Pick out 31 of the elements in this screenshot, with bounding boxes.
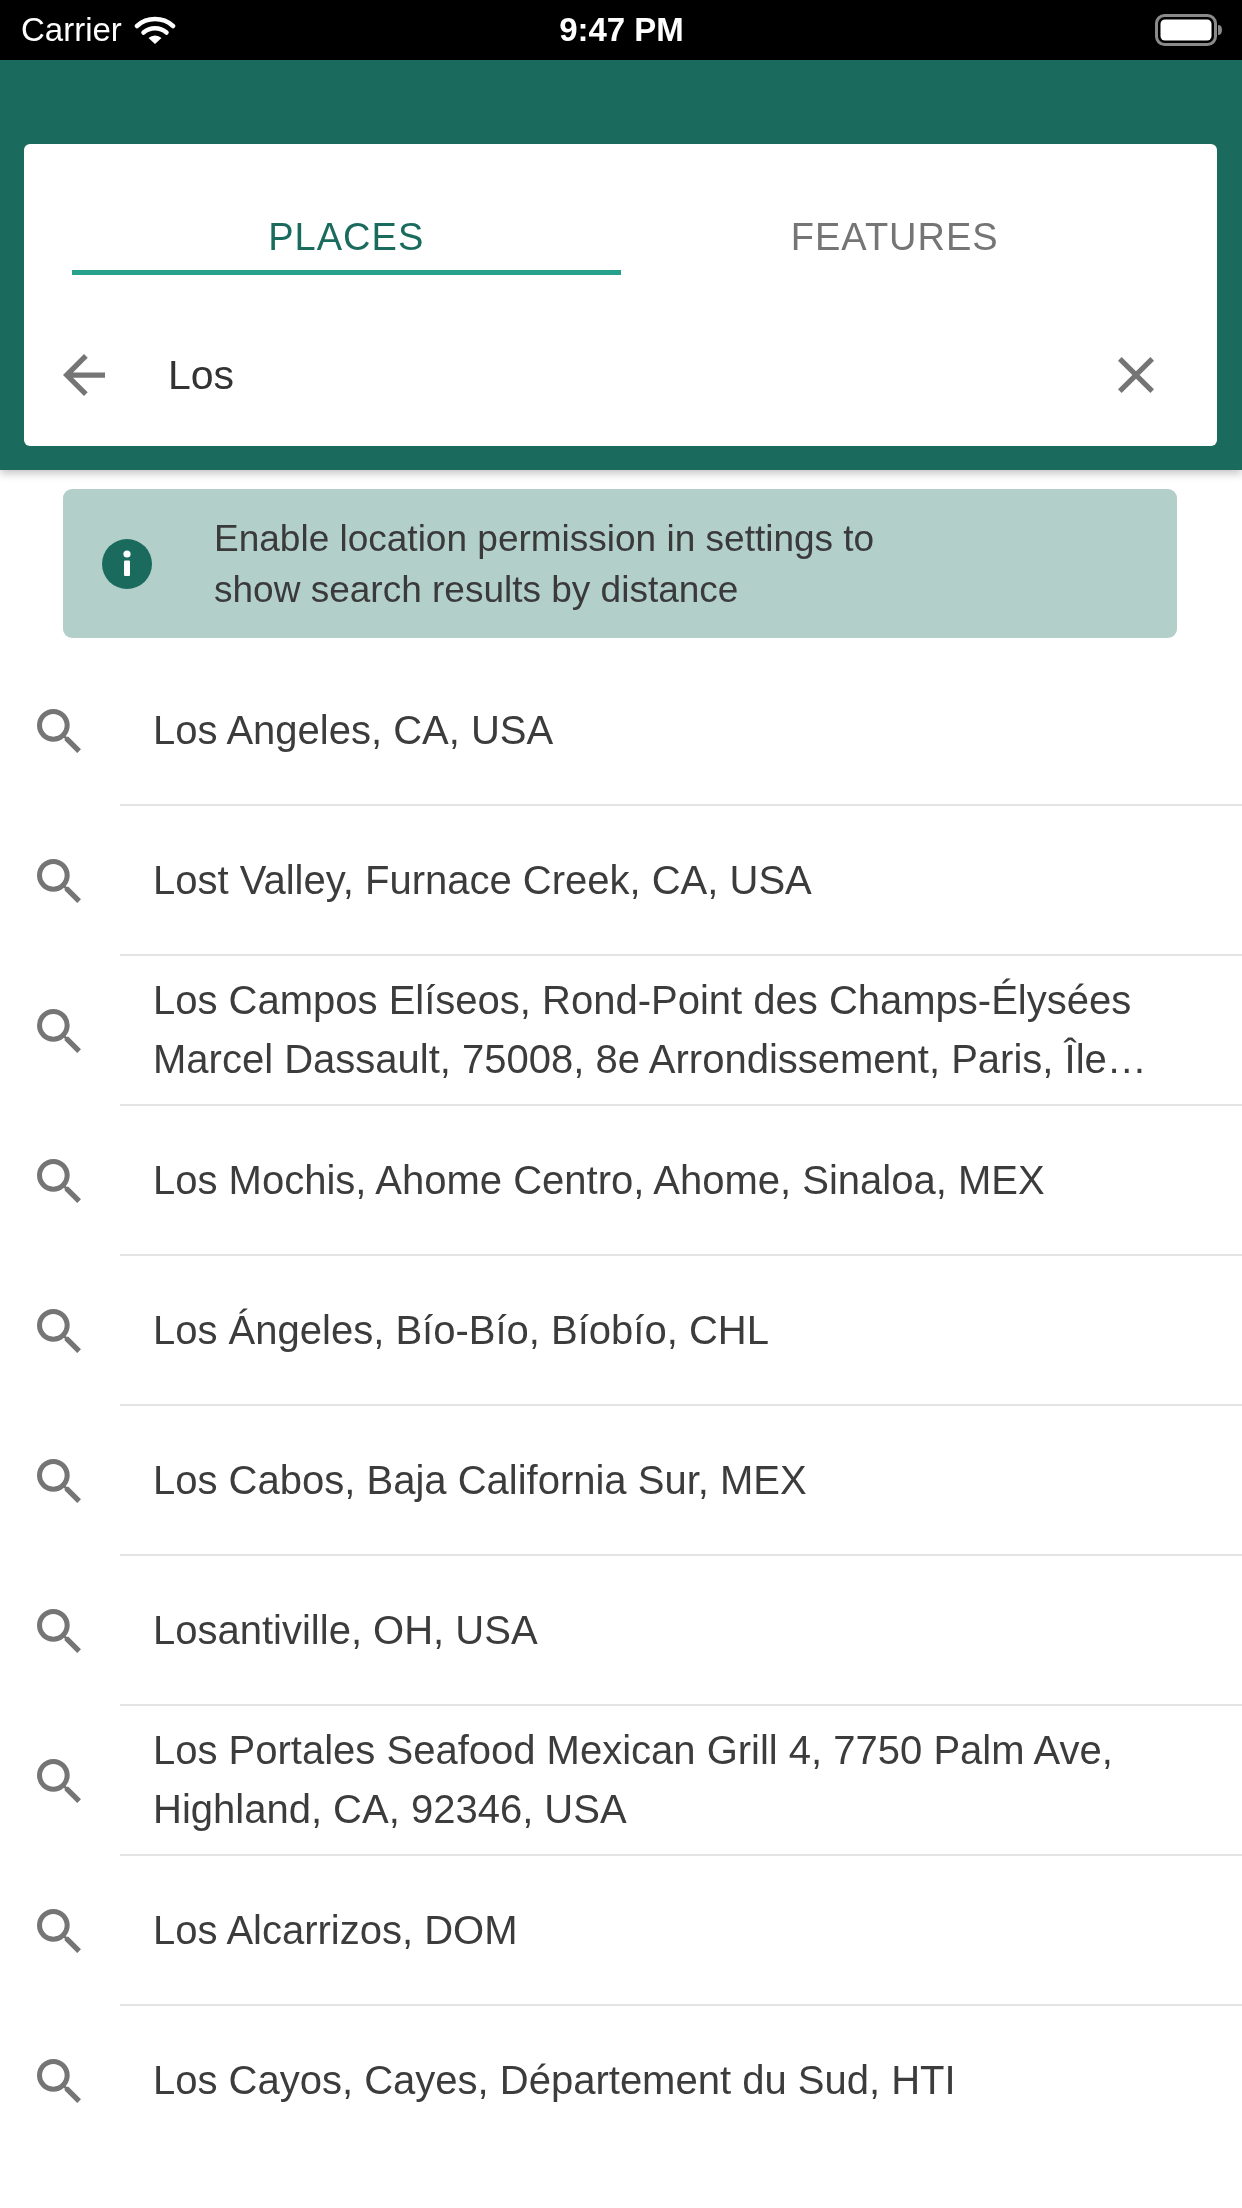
search-result-item[interactable]: Los Cayos, Cayes, Département du Sud, HTI bbox=[0, 2006, 1242, 2156]
search-icon bbox=[37, 1609, 81, 1653]
search-icon bbox=[37, 1909, 81, 1953]
back-arrow-icon bbox=[63, 354, 105, 396]
search-result-item[interactable]: Los Mochis, Ahome Centro, Ahome, Sinaloa, MEX bbox=[0, 1106, 1242, 1256]
search-result-item[interactable]: Lost Valley, Furnace Creek, CA, USA bbox=[0, 806, 1242, 956]
search-icon bbox=[37, 859, 81, 903]
wifi-icon bbox=[133, 15, 176, 45]
search-icon bbox=[37, 1759, 81, 1803]
notice-text: Enable location permission in settings to show search results by distance bbox=[214, 516, 876, 612]
search-icon bbox=[37, 1009, 81, 1053]
clock-time: 9:47 PM bbox=[559, 10, 684, 50]
search-result-item[interactable]: Losantiville, OH, USA bbox=[0, 1556, 1242, 1706]
search-icon bbox=[37, 709, 81, 753]
carrier-label: Carrier bbox=[21, 10, 122, 50]
search-result-item[interactable]: Los Portales Seafood Mexican Grill 4, 7750 Palm Ave, Highland, CA, 92346, USA bbox=[0, 1706, 1242, 1856]
tab[interactable]: PLACES bbox=[72, 204, 621, 275]
search-result-item[interactable]: Los Ángeles, Bío-Bío, Bíobío, CHL bbox=[0, 1256, 1242, 1406]
tab[interactable]: FEATURES bbox=[620, 204, 1169, 275]
search-icon bbox=[37, 1309, 81, 1353]
search-result-item[interactable]: Los Campos Elíseos, Rond-Point des Champs-Élysées Marcel Dassault, 75008, 8e Arrondissement, Paris, Île… bbox=[0, 956, 1242, 1106]
search-result-item[interactable]: Los Alcarrizos, DOM bbox=[0, 1856, 1242, 2006]
search-icon bbox=[37, 2059, 81, 2103]
search-field[interactable]: Los bbox=[168, 345, 1112, 405]
search-icon bbox=[37, 1159, 81, 1203]
search-icon bbox=[37, 1459, 81, 1503]
search-result-item[interactable]: Los Angeles, CA, USA bbox=[0, 656, 1242, 806]
search-result-item[interactable]: Los Cabos, Baja California Sur, MEX bbox=[0, 1406, 1242, 1556]
battery-icon bbox=[1155, 14, 1222, 46]
info-icon bbox=[102, 538, 152, 589]
close-icon bbox=[1118, 357, 1154, 393]
